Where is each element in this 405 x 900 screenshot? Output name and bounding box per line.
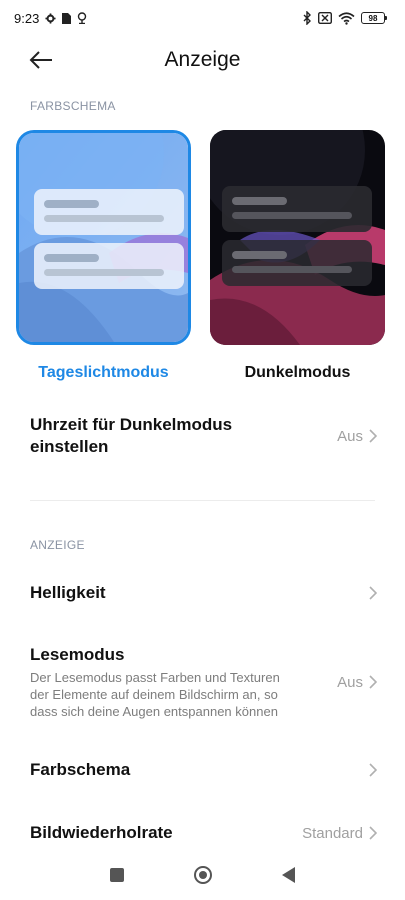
brightness-title: Helligkeit <box>30 583 106 602</box>
chevron-right-icon <box>369 429 377 443</box>
gear-icon <box>45 12 56 24</box>
reading-mode-text: Lesemodus Der Lesemodus passt Farben und… <box>30 644 280 720</box>
chevron-right-icon <box>369 763 377 777</box>
section-label-farbschema: FARBSCHEMA <box>30 99 116 113</box>
recents-icon[interactable] <box>110 868 124 882</box>
header: Anzeige <box>0 40 405 80</box>
chevron-right-icon <box>369 826 377 840</box>
theme-label-light[interactable]: Tageslichtmodus <box>16 364 191 382</box>
back-icon[interactable] <box>282 867 295 883</box>
status-time: 9:23 <box>14 10 40 26</box>
brightness-row[interactable]: Helligkeit <box>30 580 377 606</box>
refresh-rate-title: Bildwiederholrate <box>30 823 173 842</box>
dark-mode-schedule-title-2: einstellen <box>30 437 109 456</box>
refresh-rate-value-group: Standard <box>302 825 377 842</box>
location-icon <box>78 12 87 24</box>
dark-mode-schedule-title-1: Uhrzeit für Dunkelmodus <box>30 415 233 434</box>
reading-mode-desc-line-2: der Elemente auf deinem Bildschirm an, s… <box>30 687 278 702</box>
chevron-right-icon <box>369 586 377 600</box>
status-right: 98 <box>303 11 387 25</box>
reading-mode-value-group: Aus <box>337 674 377 691</box>
reading-mode-desc-line-1: Der Lesemodus passt Farben und Texturen <box>30 670 280 685</box>
chevron-right-icon <box>369 675 377 689</box>
section-label-anzeige: ANZEIGE <box>30 538 85 552</box>
light-theme-preview <box>19 133 188 342</box>
status-bar: 9:23 98 <box>0 0 405 36</box>
refresh-rate-value: Standard <box>302 824 363 842</box>
page-title: Anzeige <box>164 48 241 71</box>
divider <box>30 500 375 501</box>
theme-option-dark[interactable] <box>210 130 385 345</box>
color-scheme-row[interactable]: Farbschema <box>30 757 377 783</box>
battery-icon: 98 <box>361 12 387 24</box>
color-scheme-value-group <box>369 763 377 777</box>
dark-mode-schedule-row[interactable]: Uhrzeit für Dunkelmodus einstellen Aus <box>30 412 377 460</box>
bluetooth-icon <box>303 11 311 25</box>
reading-mode-value: Aus <box>337 673 363 691</box>
status-left: 9:23 <box>14 11 87 26</box>
dark-mode-schedule-value: Aus <box>337 427 363 445</box>
reading-mode-description: Der Lesemodus passt Farben und Texturen … <box>30 669 280 720</box>
sim-icon <box>62 13 72 24</box>
battery-level: 98 <box>368 13 378 23</box>
navigation-bar <box>0 850 405 900</box>
color-scheme-title: Farbschema <box>30 760 131 779</box>
wifi-icon <box>338 11 355 25</box>
dark-mode-schedule-value-group: Aus <box>337 428 377 445</box>
dark-mode-schedule-text: Uhrzeit für Dunkelmodus einstellen <box>30 414 232 458</box>
reading-mode-desc-line-3: dass sich deine Augen entspannen können <box>30 704 278 719</box>
refresh-rate-row[interactable]: Bildwiederholrate Standard <box>30 820 377 846</box>
reading-mode-row[interactable]: Lesemodus Der Lesemodus passt Farben und… <box>30 644 377 720</box>
no-sim-icon <box>318 12 332 24</box>
theme-label-dark[interactable]: Dunkelmodus <box>210 364 385 382</box>
brightness-value-group <box>369 586 377 600</box>
home-icon[interactable] <box>194 866 212 884</box>
dark-theme-preview <box>210 130 385 345</box>
theme-option-light[interactable] <box>16 130 191 345</box>
reading-mode-title: Lesemodus <box>30 645 125 664</box>
